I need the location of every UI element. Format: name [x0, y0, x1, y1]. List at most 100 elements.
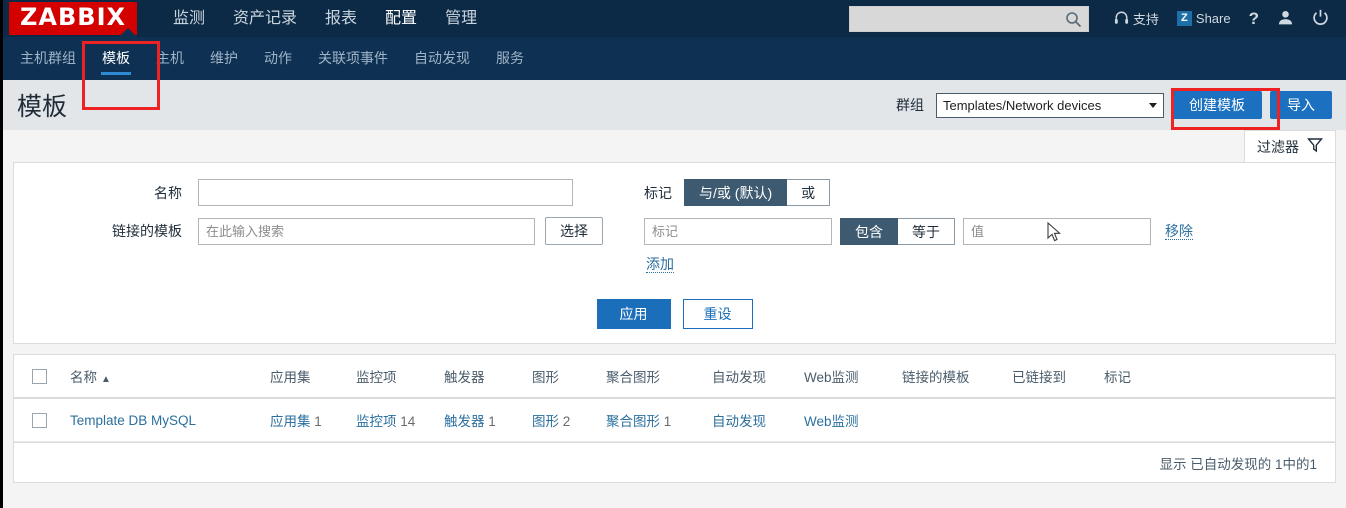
add-tag-link[interactable]: 添加	[646, 256, 674, 273]
templates-table: 名称 ▲ 应用集 监控项 触发器 图形 聚合图形 自动发现 Web监测 链接的模板…	[14, 355, 1335, 442]
tag-operator-toggle: 包含 等于	[840, 218, 955, 245]
cell-items: 监控项 14	[356, 398, 444, 442]
top-nav-item-reports[interactable]: 报表	[311, 0, 371, 37]
tag-evaltype-option-or[interactable]: 或	[787, 179, 831, 206]
sub-navigation-bar: 主机群组 模板 主机 维护 动作 关联项事件 自动发现 服务	[3, 28, 1346, 80]
triggers-count: 1	[488, 414, 496, 429]
top-nav-item-administration[interactable]: 管理	[431, 0, 491, 37]
top-nav-item-monitoring[interactable]: 监测	[159, 0, 219, 37]
table-footer: 显示 已自动发现的 1中的1	[13, 443, 1336, 483]
applications-count: 1	[314, 414, 322, 429]
subnav-item-templates[interactable]: 模板	[89, 37, 143, 80]
filter-body: 名称 链接的模板 选择 标记 与/或 (默认) 或	[14, 163, 1335, 273]
global-search[interactable]	[848, 5, 1089, 32]
table-header-row: 名称 ▲ 应用集 监控项 触发器 图形 聚合图形 自动发现 Web监测 链接的模板…	[14, 355, 1335, 399]
search-icon[interactable]	[1065, 11, 1082, 31]
table-row: Template DB MySQL 应用集 1 监控项 14 触发器 1 图形 …	[14, 398, 1335, 442]
subnav-item-hosts[interactable]: 主机	[143, 37, 197, 80]
cell-dashboards: 聚合图形 1	[606, 398, 712, 442]
row-select-cell	[14, 398, 60, 442]
top-nav-item-inventory[interactable]: 资产记录	[219, 0, 311, 37]
share-icon: Z	[1176, 11, 1192, 26]
column-header-discovery: 自动发现	[712, 355, 804, 399]
web-link[interactable]: Web监测	[804, 414, 859, 429]
filter-name-label: 名称	[154, 184, 182, 201]
table-head: 名称 ▲ 应用集 监控项 触发器 图形 聚合图形 自动发现 Web监测 链接的模板…	[14, 355, 1335, 399]
cell-tags	[1104, 398, 1335, 442]
templates-table-container: 名称 ▲ 应用集 监控项 触发器 图形 聚合图形 自动发现 Web监测 链接的模板…	[13, 354, 1336, 443]
applications-link[interactable]: 应用集	[270, 414, 311, 429]
sort-ascending-icon: ▲	[101, 374, 111, 385]
help-link[interactable]: ?	[1240, 0, 1268, 37]
cell-graphs: 图形 2	[532, 398, 606, 442]
cell-name: Template DB MySQL	[60, 398, 270, 442]
tag-evaltype-option-andor[interactable]: 与/或 (默认)	[684, 179, 788, 206]
discovery-link[interactable]: 自动发现	[712, 414, 766, 429]
filter-tab-label: 过滤器	[1257, 138, 1299, 155]
create-template-button[interactable]: 创建模板	[1172, 91, 1262, 119]
select-all-checkbox[interactable]	[32, 368, 47, 384]
subnav-item-actions[interactable]: 动作	[251, 37, 305, 80]
tag-value-input[interactable]	[963, 218, 1151, 245]
column-header-tags: 标记	[1104, 355, 1335, 399]
user-icon	[1277, 9, 1294, 29]
filter-linked-templates-label: 链接的模板	[112, 223, 182, 239]
cell-triggers: 触发器 1	[444, 398, 532, 442]
zabbix-logo[interactable]: ZABBIX	[9, 1, 137, 36]
filter-row-name: 名称	[20, 179, 634, 206]
group-select[interactable]: Templates/Network devices	[936, 92, 1164, 118]
share-link[interactable]: Z Share	[1168, 0, 1240, 37]
subnav-item-event-correlation[interactable]: 关联项事件	[305, 37, 401, 80]
tag-operator-option-contains[interactable]: 包含	[840, 218, 898, 245]
graphs-link[interactable]: 图形	[532, 414, 559, 429]
subnav-item-maintenance[interactable]: 维护	[197, 37, 251, 80]
remove-tag-link[interactable]: 移除	[1165, 223, 1193, 241]
apply-button[interactable]: 应用	[596, 299, 671, 329]
items-link[interactable]: 监控项	[356, 414, 397, 429]
filter-row-add: 添加	[646, 256, 1193, 273]
column-header-dashboards: 聚合图形	[606, 355, 712, 399]
filter-tab[interactable]: 过滤器	[1244, 130, 1336, 162]
top-nav-item-configuration[interactable]: 配置	[371, 0, 431, 37]
search-input[interactable]	[849, 6, 1088, 31]
tag-name-input[interactable]	[644, 218, 832, 245]
filter-tab-row: 过滤器	[3, 130, 1346, 162]
subnav-item-discovery[interactable]: 自动发现	[401, 37, 483, 80]
triggers-link[interactable]: 触发器	[444, 414, 485, 429]
filter-row-tag-condition: 包含 等于 移除	[644, 218, 1193, 245]
row-checkbox[interactable]	[32, 412, 47, 428]
subnav-item-services[interactable]: 服务	[483, 37, 537, 80]
filter-linked-templates-input[interactable]	[198, 217, 535, 245]
cell-applications: 应用集 1	[270, 398, 356, 442]
user-profile-link[interactable]	[1268, 0, 1303, 37]
zabbix-app-window: ZABBIX 监测 资产记录 报表 配置 管理 支持 Z Share ? 主机群…	[0, 0, 1346, 508]
top-navigation-bar: ZABBIX 监测 资产记录 报表 配置 管理 支持 Z Share ?	[3, 0, 1346, 37]
table-footer-text: 显示 已自动发现的 1中的1	[1159, 456, 1317, 472]
items-count: 14	[400, 414, 416, 429]
template-name-link[interactable]: Template DB MySQL	[70, 413, 196, 428]
column-header-applications: 应用集	[270, 355, 356, 399]
reset-button[interactable]: 重设	[682, 299, 753, 329]
cell-linked-to	[1012, 398, 1104, 442]
import-button[interactable]: 导入	[1270, 91, 1332, 119]
select-all-header	[14, 355, 60, 399]
help-icon: ?	[1248, 8, 1259, 28]
subnav-item-host-groups[interactable]: 主机群组	[7, 37, 89, 80]
filter-actions: 应用 重设	[14, 299, 1335, 329]
support-link[interactable]: 支持	[1105, 0, 1168, 37]
filter-name-input[interactable]	[198, 179, 573, 206]
support-label: 支持	[1132, 12, 1159, 27]
column-header-graphs: 图形	[532, 355, 606, 399]
filter-row-linked-templates: 链接的模板 选择	[20, 217, 634, 245]
chevron-down-icon	[1149, 102, 1157, 108]
filter-tags-label: 标记	[644, 184, 672, 201]
logout-link[interactable]	[1303, 0, 1338, 37]
tag-operator-option-equals[interactable]: 等于	[898, 218, 955, 245]
select-button[interactable]: 选择	[545, 217, 603, 245]
group-label: 群组	[896, 97, 924, 113]
group-select-value: Templates/Network devices	[943, 97, 1102, 113]
dashboards-link[interactable]: 聚合图形	[606, 414, 660, 429]
filter-row-tags-evaltype: 标记 与/或 (默认) 或	[644, 179, 1193, 206]
column-header-name[interactable]: 名称 ▲	[60, 355, 270, 399]
top-nav-right-group: 支持 Z Share ?	[848, 0, 1338, 37]
